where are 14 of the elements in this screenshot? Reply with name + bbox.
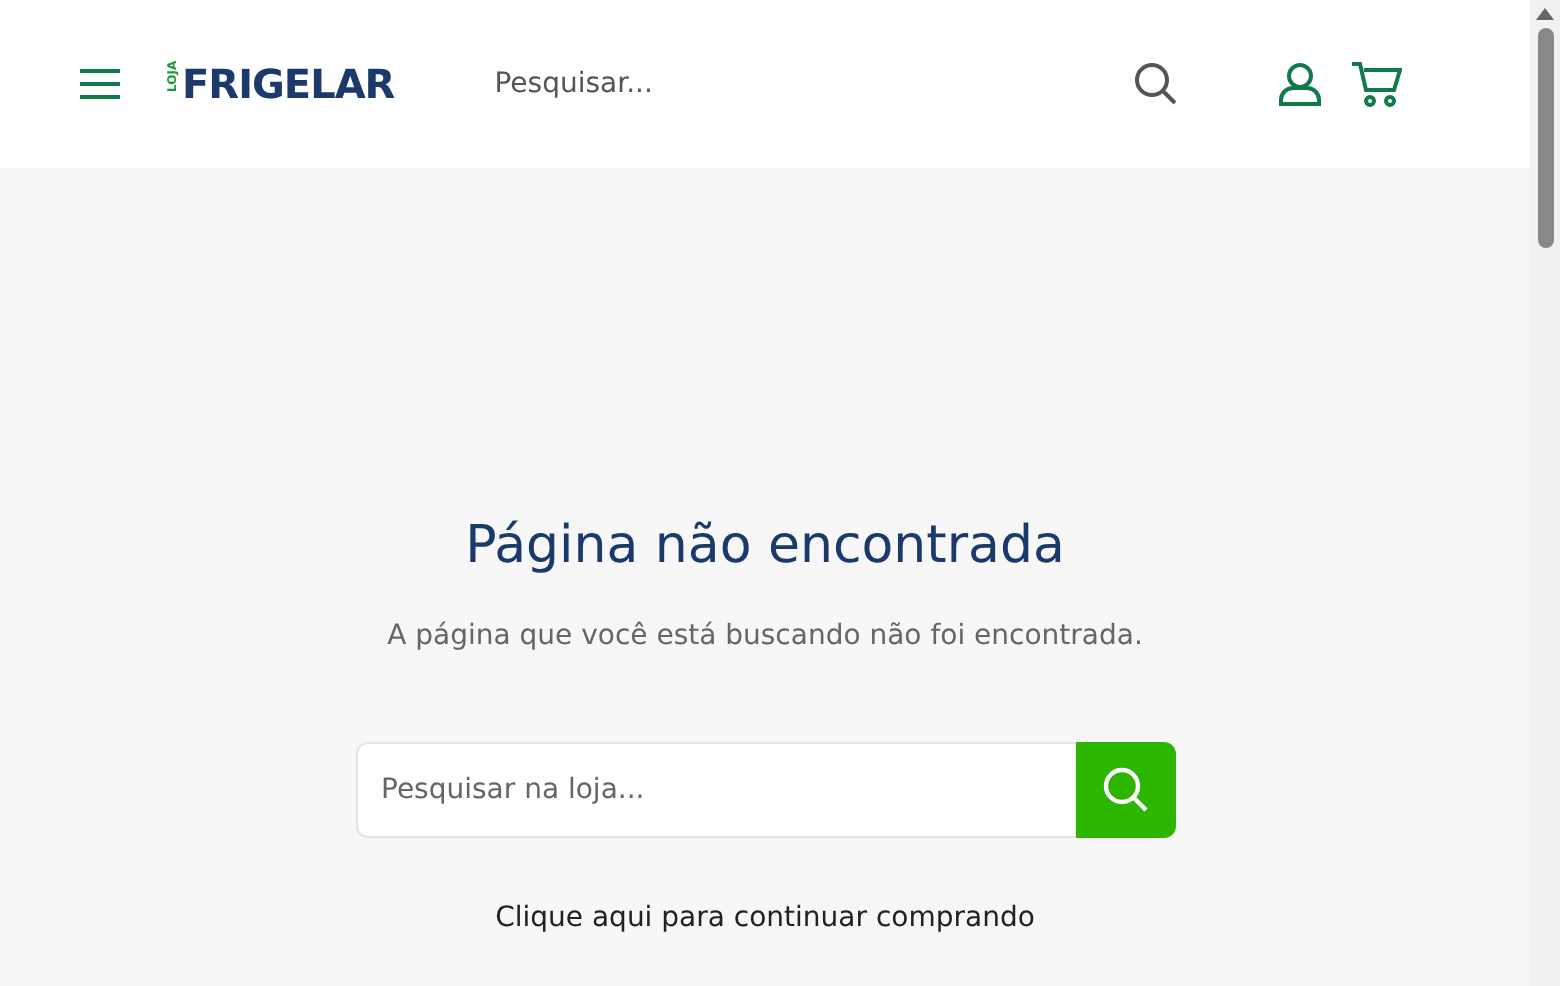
search-button[interactable] [1075,742,1175,838]
cart-icon[interactable] [1350,60,1402,108]
user-icon[interactable] [1278,62,1322,106]
message-text: A página que você está buscando não foi encontrada. [387,618,1143,656]
search-icon[interactable] [1134,62,1178,106]
scrollbar-thumb[interactable] [1537,28,1553,248]
store-search-field[interactable]: Pesquisar na loja... [355,742,1075,838]
page-title: Página não encontrada [465,514,1065,580]
scrollbar[interactable] [1530,0,1560,986]
menu-icon[interactable] [80,68,120,100]
search-field[interactable]: Pesquisar... [494,63,1055,105]
scroll-up-icon[interactable] [1536,8,1554,20]
continue-shopping-link[interactable]: Clique aqui para continuar comprando [495,898,1035,940]
search-icon [1101,766,1149,814]
